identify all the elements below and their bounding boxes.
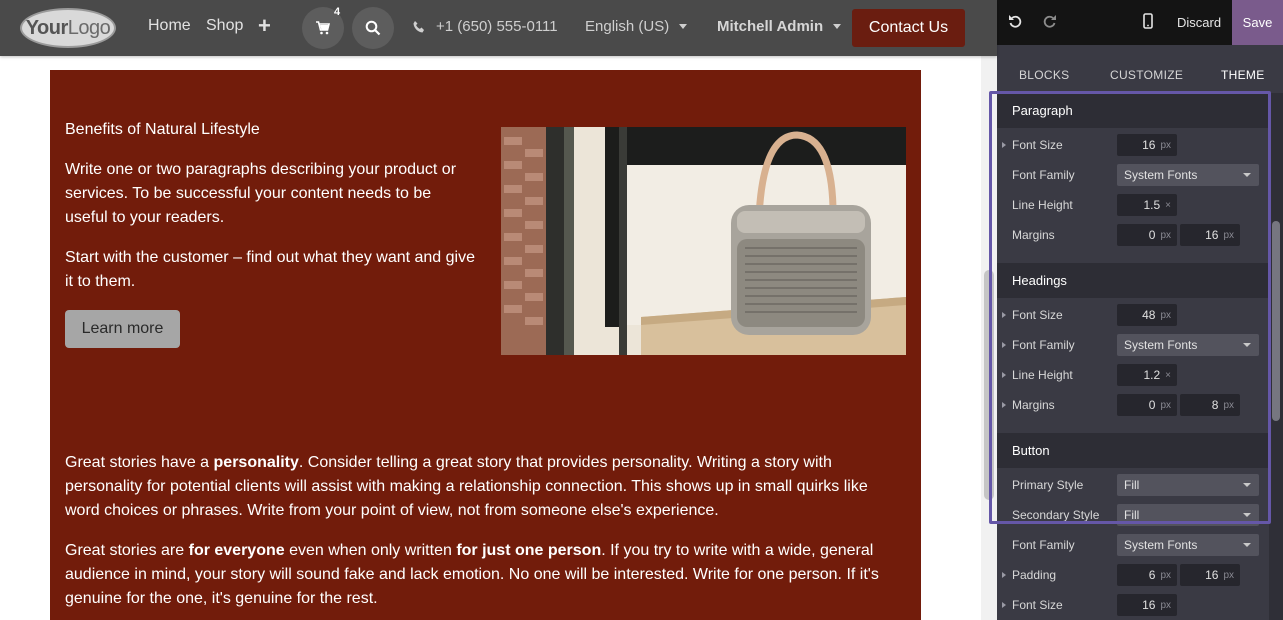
section-paragraph-2[interactable]: Start with the customer – find out what … [65, 246, 475, 294]
panel-scroll-thumb[interactable] [1272, 221, 1280, 421]
mobile-preview-icon[interactable] [1143, 13, 1153, 29]
headings-line-height-row: Line Height 1.2 × [997, 360, 1268, 390]
button-padding-y-input[interactable]: 6 px [1117, 564, 1177, 586]
add-menu-icon[interactable]: + [258, 13, 271, 39]
story-paragraph-1[interactable]: Great stories have a personality. Consid… [65, 451, 905, 523]
learn-more-button[interactable]: Learn more [65, 310, 180, 348]
headings-margin-bottom-input[interactable]: 8 px [1180, 394, 1240, 416]
button-secondary-style-row: Secondary Style Fill [997, 500, 1268, 530]
chevron-down-icon [679, 24, 688, 29]
phone-icon [413, 20, 424, 32]
page-scroll-thumb[interactable] [984, 270, 994, 500]
paragraph-line-height-input[interactable]: 1.5 × [1117, 194, 1177, 216]
expand-icon[interactable] [1002, 402, 1006, 408]
tab-theme[interactable]: THEME [1221, 68, 1265, 82]
paragraph-font-family-select[interactable]: System Fonts [1117, 164, 1259, 186]
cart-icon [316, 21, 331, 35]
contact-us-button[interactable]: Contact Us [852, 9, 965, 47]
site-logo[interactable]: Your Logo [20, 8, 116, 48]
dropdown-arrow-icon [1243, 173, 1251, 177]
editor-toolbar: Discard Save [997, 0, 1283, 45]
discard-button[interactable]: Discard [1177, 15, 1221, 30]
content-section[interactable]: Benefits of Natural Lifestyle Write one … [50, 70, 921, 620]
story-text: Great stories have a personality. Consid… [65, 451, 905, 620]
website-preview: Benefits of Natural Lifestyle Write one … [0, 0, 981, 620]
chevron-down-icon [833, 24, 842, 29]
nav-home-link[interactable]: Home [148, 17, 191, 35]
expand-icon[interactable] [1002, 602, 1006, 608]
expand-icon[interactable] [1002, 372, 1006, 378]
dropdown-arrow-icon [1243, 483, 1251, 487]
page-scrollbar[interactable] [981, 0, 997, 620]
paragraph-margin-bottom-input[interactable]: 16 px [1180, 224, 1240, 246]
section-heading[interactable]: Benefits of Natural Lifestyle [65, 118, 475, 142]
headings-font-family-row: Font Family System Fonts [997, 330, 1268, 360]
expand-icon[interactable] [1002, 312, 1006, 318]
paragraph-margin-top-input[interactable]: 0 px [1117, 224, 1177, 246]
tab-customize[interactable]: CUSTOMIZE [1110, 68, 1183, 82]
expand-icon[interactable] [1002, 572, 1006, 578]
headings-line-height-input[interactable]: 1.2 × [1117, 364, 1177, 386]
expand-icon[interactable] [1002, 342, 1006, 348]
cart-count-badge: 4 [334, 6, 341, 18]
section-paragraph-1[interactable]: Write one or two paragraphs describing y… [65, 158, 475, 230]
paragraph-font-size-input[interactable]: 16 px [1117, 134, 1177, 156]
button-primary-style-select[interactable]: Fill [1117, 474, 1259, 496]
save-button[interactable]: Save [1232, 0, 1283, 45]
button-font-family-row: Font Family System Fonts [997, 530, 1268, 560]
button-font-family-select[interactable]: System Fonts [1117, 534, 1259, 556]
search-button[interactable] [352, 7, 394, 49]
paragraph-font-family-row: Font Family System Fonts [997, 160, 1268, 190]
paragraph-line-height-row: Line Height 1.5 × [997, 190, 1268, 220]
button-font-size-row: Font Size 16 px [997, 590, 1268, 620]
editor-tabs: BLOCKS CUSTOMIZE THEME [997, 45, 1283, 93]
headings-margin-top-input[interactable]: 0 px [1117, 394, 1177, 416]
headings-font-size-row: Font Size 48 px [997, 300, 1268, 330]
paragraph-group-header[interactable]: Paragraph [997, 93, 1268, 128]
expand-icon[interactable] [1002, 142, 1006, 148]
paragraph-font-size-row: Font Size 16 px [997, 130, 1268, 160]
dropdown-arrow-icon [1243, 343, 1251, 347]
headings-font-family-select[interactable]: System Fonts [1117, 334, 1259, 356]
story-paragraph-2[interactable]: Great stories are for everyone even when… [65, 539, 905, 611]
button-padding-row: Padding 6 px 16 px [997, 560, 1268, 590]
nav-shop-link[interactable]: Shop [206, 17, 243, 35]
language-selector[interactable]: English (US) [585, 18, 688, 35]
panel-scrollbar[interactable] [1269, 93, 1283, 620]
product-image[interactable] [501, 127, 906, 355]
phone-number: +1 (650) 555-0111 [436, 18, 558, 35]
button-primary-style-row: Primary Style Fill [997, 470, 1268, 500]
button-padding-x-input[interactable]: 16 px [1180, 564, 1240, 586]
phone-link[interactable]: +1 (650) 555-0111 [412, 18, 558, 35]
headings-group-header[interactable]: Headings [997, 263, 1268, 298]
site-navbar: Your Logo Home Shop + 4 +1 (650) 555-0111… [0, 0, 997, 56]
speaker-photo-illustration [501, 127, 906, 355]
redo-icon[interactable] [1043, 13, 1057, 29]
dropdown-arrow-icon [1243, 513, 1251, 517]
dropdown-arrow-icon [1243, 543, 1251, 547]
headings-font-size-input[interactable]: 48 px [1117, 304, 1177, 326]
text-column: Benefits of Natural Lifestyle Write one … [65, 118, 475, 348]
search-icon [365, 20, 381, 36]
editor-panel: Discard Save BLOCKS CUSTOMIZE THEME Para… [997, 0, 1283, 620]
undo-icon[interactable] [1008, 13, 1022, 29]
button-group-header[interactable]: Button [997, 433, 1268, 468]
paragraph-margins-row: Margins 0 px 16 px [997, 220, 1268, 250]
headings-margins-row: Margins 0 px 8 px [997, 390, 1268, 420]
button-font-size-input[interactable]: 16 px [1117, 594, 1177, 616]
user-menu[interactable]: Mitchell Admin [717, 18, 842, 35]
button-secondary-style-select[interactable]: Fill [1117, 504, 1259, 526]
tab-blocks[interactable]: BLOCKS [1019, 68, 1070, 82]
